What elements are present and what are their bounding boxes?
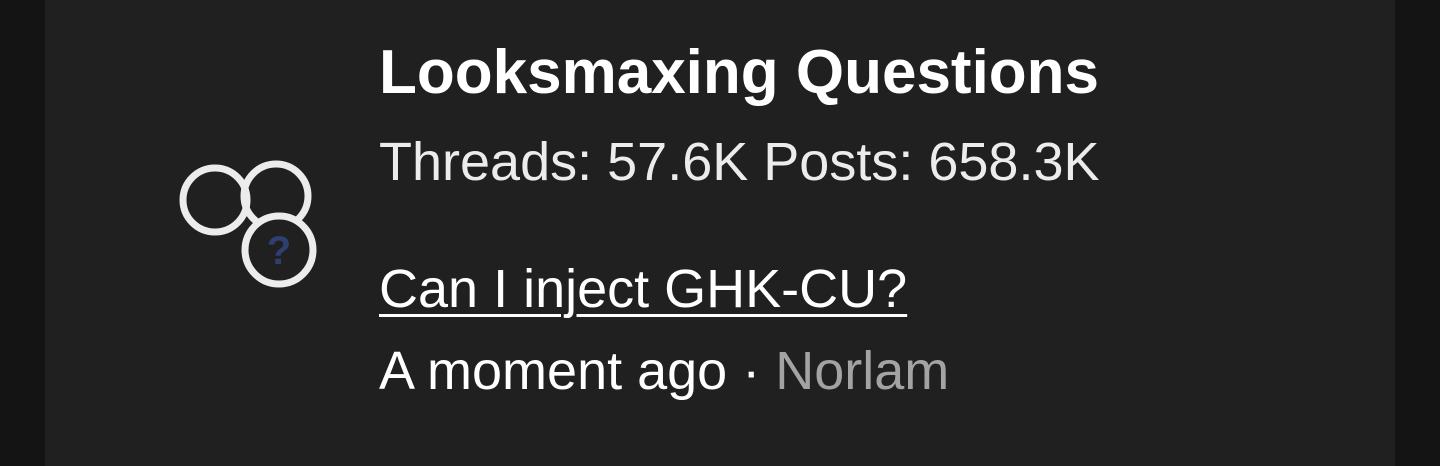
latest-thread-link[interactable]: Can I inject GHK-CU? [379,258,907,320]
latest-post-time: A moment ago [379,341,728,401]
posts-count: 658.3K [928,132,1100,192]
forum-question-icon: ? [179,160,317,288]
forum-card: ? Looksmaxing Questions Threads: 57.6K P… [45,0,1395,466]
forum-stats: Threads: 57.6K Posts: 658.3K [379,131,1100,193]
latest-post-meta: A moment ago · Norlam [379,340,949,402]
threads-count: 57.6K [607,132,749,192]
page: ? Looksmaxing Questions Threads: 57.6K P… [0,0,1440,466]
forum-title-link[interactable]: Looksmaxing Questions [379,38,1099,108]
svg-text:?: ? [267,229,291,273]
threads-label: Threads: [379,132,593,192]
meta-separator: · [742,341,761,401]
latest-post-author[interactable]: Norlam [775,341,949,401]
posts-label: Posts: [763,132,914,192]
